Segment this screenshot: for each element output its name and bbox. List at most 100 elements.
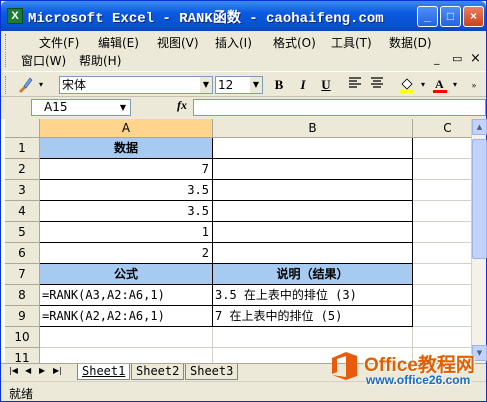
row-header-9[interactable]: 9 (5, 306, 40, 327)
scroll-up-icon[interactable]: ▲ (472, 119, 487, 135)
cell-a1[interactable]: 数据 (40, 138, 213, 159)
fx-icon[interactable]: fx (177, 98, 187, 113)
cell-a4[interactable]: 3.5 (40, 201, 213, 222)
font-color-icon[interactable]: A (431, 76, 449, 94)
close-button[interactable]: × (463, 6, 484, 27)
scroll-thumb[interactable] (472, 139, 487, 259)
tab-sheet2[interactable]: Sheet2 (131, 364, 185, 380)
underline-button[interactable]: U (316, 76, 336, 94)
cell-b9[interactable]: 7 在上表中的排位 (5) (213, 306, 413, 327)
next-sheet-icon[interactable]: ▶ (39, 366, 45, 375)
chevron-down-icon: ▼ (119, 103, 126, 112)
cell-a5[interactable]: 1 (40, 222, 213, 243)
row-header-10[interactable]: 10 (5, 327, 40, 348)
menu-edit[interactable]: 编辑(E) (98, 34, 139, 51)
cell-c1[interactable] (413, 138, 471, 159)
cell-b3[interactable] (213, 180, 413, 201)
cell-c8[interactable] (413, 285, 471, 306)
align-left-icon[interactable] (346, 76, 364, 94)
workbook-close-button[interactable]: × (470, 51, 481, 66)
font-size-select[interactable]: 12 ▼ (215, 76, 263, 94)
cell-c10[interactable] (413, 327, 471, 348)
menu-window[interactable]: 窗口(W) (21, 52, 66, 69)
cell-b4[interactable] (213, 201, 413, 222)
name-box-value: A15 (44, 100, 68, 114)
chevron-down-icon: ▼ (250, 77, 262, 93)
row-header-1[interactable]: 1 (5, 138, 40, 159)
status-text: 就绪 (9, 387, 34, 401)
chevron-down-icon[interactable]: ▾ (419, 76, 427, 94)
column-header-b[interactable]: B (213, 119, 413, 138)
cell-c2[interactable] (413, 159, 471, 180)
menu-insert[interactable]: 插入(I) (215, 34, 252, 51)
column-header-c[interactable]: C (413, 119, 471, 138)
cell-c5[interactable] (413, 222, 471, 243)
cell-c7[interactable] (413, 264, 471, 285)
row-header-7[interactable]: 7 (5, 264, 40, 285)
menu-view[interactable]: 视图(V) (157, 34, 199, 51)
row-header-2[interactable]: 2 (5, 159, 40, 180)
align-center-icon[interactable] (368, 76, 386, 94)
font-name-select[interactable]: 宋体 ▼ (59, 76, 213, 94)
brush-icon[interactable] (15, 76, 35, 94)
menu-format[interactable]: 格式(O) (273, 34, 316, 51)
row-header-8[interactable]: 8 (5, 285, 40, 306)
font-size-value: 12 (218, 78, 234, 92)
excel-app-icon[interactable]: X (7, 8, 23, 24)
toolbar-options-icon[interactable]: » (467, 76, 481, 94)
menu-file[interactable]: 文件(F) (39, 34, 79, 51)
menubar-grip[interactable] (5, 34, 8, 50)
first-sheet-icon[interactable]: |◀ (9, 366, 18, 375)
formula-input[interactable] (193, 99, 486, 116)
row-header-11[interactable]: 11 (5, 348, 40, 363)
italic-button[interactable]: I (293, 76, 313, 94)
cell-a8[interactable]: =RANK(A3,A2:A6,1) (40, 285, 213, 306)
toolbar-grip[interactable] (5, 76, 8, 94)
cell-b8[interactable]: 3.5 在上表中的排位 (3) (213, 285, 413, 306)
cell-b5[interactable] (213, 222, 413, 243)
column-header-a[interactable]: A (40, 119, 213, 138)
watermark-url: www.office26.com (366, 373, 471, 387)
cell-c9[interactable] (413, 306, 471, 327)
cell-b7[interactable]: 说明（结果） (213, 264, 413, 285)
maximize-button[interactable]: □ (440, 6, 461, 27)
cell-b2[interactable] (213, 159, 413, 180)
cell-a11[interactable] (40, 348, 213, 363)
tab-sheet1[interactable]: Sheet1 (77, 364, 131, 380)
cell-a9[interactable]: =RANK(A2,A2:A6,1) (40, 306, 213, 327)
chevron-down-icon[interactable]: ▾ (37, 76, 45, 94)
prev-sheet-icon[interactable]: ◀ (25, 366, 31, 375)
bold-button[interactable]: B (269, 76, 289, 94)
office-logo-icon (332, 352, 357, 380)
chevron-down-icon[interactable]: ▾ (451, 76, 459, 94)
cell-a2[interactable]: 7 (40, 159, 213, 180)
workbook-restore-button[interactable]: ▭ (452, 52, 462, 65)
cell-a3[interactable]: 3.5 (40, 180, 213, 201)
vertical-scrollbar[interactable]: ▲ ▼ (471, 119, 487, 363)
window-title: Microsoft Excel - RANK函数 - caohaifeng.co… (28, 11, 384, 27)
row-header-5[interactable]: 5 (5, 222, 40, 243)
cell-c3[interactable] (413, 180, 471, 201)
tab-sheet3[interactable]: Sheet3 (185, 364, 239, 380)
name-box[interactable]: A15 ▼ (31, 99, 131, 116)
row-header-3[interactable]: 3 (5, 180, 40, 201)
cell-b10[interactable] (213, 327, 413, 348)
workbook-minimize-button[interactable]: _ (434, 52, 440, 65)
row-header-4[interactable]: 4 (5, 201, 40, 222)
menubar-grip-2[interactable] (5, 52, 8, 67)
last-sheet-icon[interactable]: ▶| (53, 366, 62, 375)
cell-a6[interactable]: 2 (40, 243, 213, 264)
cell-c4[interactable] (413, 201, 471, 222)
row-header-6[interactable]: 6 (5, 243, 40, 264)
menu-data[interactable]: 数据(D) (389, 34, 432, 51)
minimize-button[interactable]: _ (417, 6, 438, 27)
cell-b1[interactable] (213, 138, 413, 159)
menu-help[interactable]: 帮助(H) (79, 52, 121, 69)
cell-b6[interactable] (213, 243, 413, 264)
select-all-corner[interactable] (5, 119, 40, 138)
cell-a7[interactable]: 公式 (40, 264, 213, 285)
fill-color-icon[interactable] (397, 76, 417, 94)
cell-a10[interactable] (40, 327, 213, 348)
cell-c6[interactable] (413, 243, 471, 264)
menu-tools[interactable]: 工具(T) (331, 34, 372, 51)
